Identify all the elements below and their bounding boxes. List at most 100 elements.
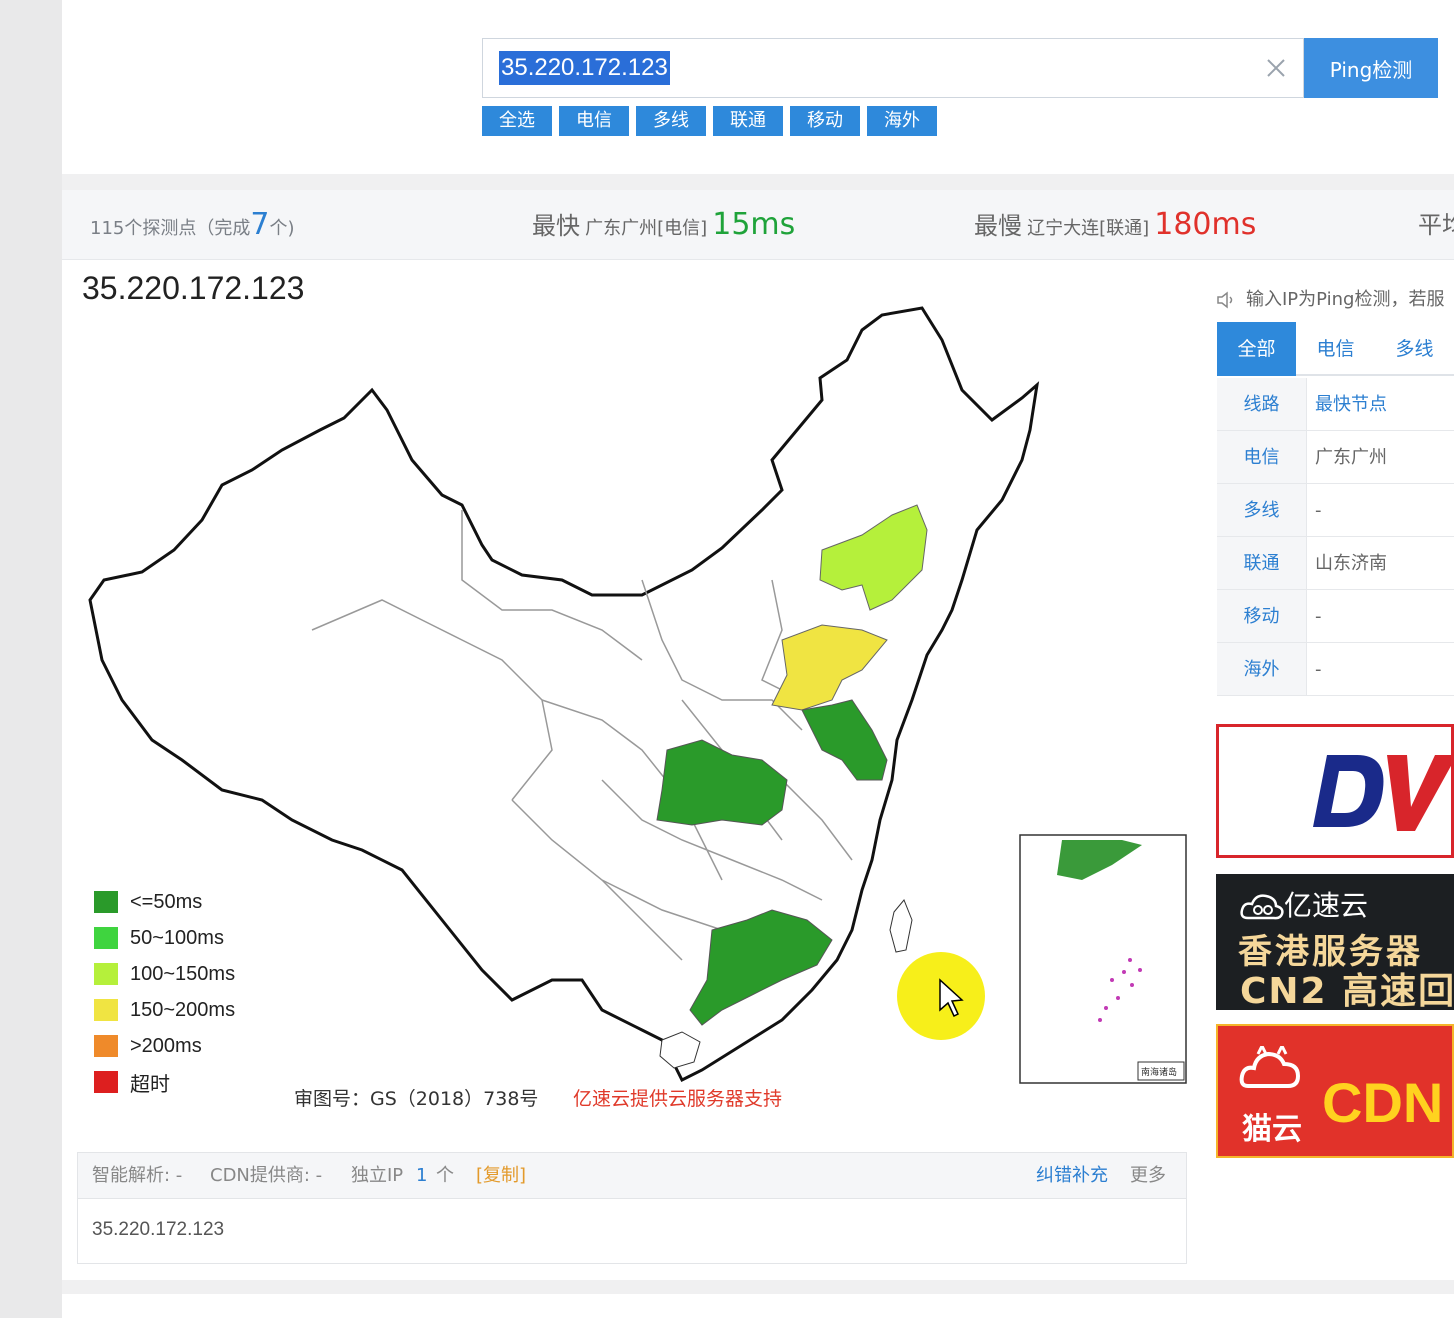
legend-swatch (94, 999, 118, 1021)
ad-banner-maoyun[interactable]: 猫云 CDN (1216, 1024, 1454, 1158)
row-node: 广东广州 (1315, 447, 1387, 468)
maoyun-brand: 猫云 (1242, 1112, 1302, 1147)
unique-ip-unit: 个 (436, 1165, 454, 1186)
filter-overseas-button[interactable]: 海外 (867, 106, 937, 136)
unique-ip-label: 独立IP (351, 1165, 404, 1186)
filter-bar: 全选 电信 多线 联通 移动 海外 (482, 106, 937, 136)
ad-banner-dvm[interactable] (1216, 724, 1454, 858)
legend-swatch (94, 963, 118, 985)
dvm-logo (1313, 755, 1451, 831)
row-line: 多线 (1217, 484, 1307, 536)
filter-unicom-button[interactable]: 联通 (713, 106, 783, 136)
fastest-value: 15ms (712, 207, 796, 242)
results-card: 115个探测点（完成7个) 最快 广东广州[电信] 15ms 最慢 辽宁大连[联… (62, 190, 1454, 1280)
slowest-stat: 最慢 辽宁大连[联通] 180ms (974, 190, 1256, 260)
maoyun-cdn: CDN (1322, 1071, 1444, 1134)
header-fastest-node: 最快节点 (1315, 394, 1387, 415)
row-node: - (1315, 606, 1322, 627)
yisu-brand-text: 亿速云 (1284, 889, 1369, 922)
average-label: 平均 (1418, 211, 1454, 239)
inset-label: 南海诸岛 (1141, 1066, 1177, 1078)
filter-multiline-button[interactable]: 多线 (636, 106, 706, 136)
search-box[interactable]: 35.220.172.123 (482, 38, 1304, 98)
fastest-label: 最快 (532, 212, 580, 240)
map-legend: <=50ms 50~100ms 100~150ms 150~200ms >200… (94, 884, 235, 1100)
copy-button[interactable]: [复制] (476, 1153, 526, 1199)
legend-item: 150~200ms (94, 992, 235, 1028)
probe-count: 115个探测点（完成7个) (90, 190, 294, 260)
tab-all[interactable]: 全部 (1217, 322, 1296, 376)
probe-done-suffix: 个) (269, 218, 295, 239)
table-header-row: 线路 最快节点 (1217, 378, 1454, 431)
tab-multiline[interactable]: 多线 (1375, 322, 1454, 376)
legend-label: 100~150ms (130, 962, 236, 985)
row-line: 联通 (1217, 537, 1307, 589)
filter-all-button[interactable]: 全选 (482, 106, 552, 136)
row-line: 海外 (1217, 643, 1307, 695)
notice-text: 输入IP为Ping检测，若服 (1246, 289, 1445, 310)
filter-mobile-button[interactable]: 移动 (790, 106, 860, 136)
slowest-label: 最慢 (974, 212, 1022, 240)
slowest-location: 辽宁大连[联通] (1027, 218, 1150, 239)
filter-telecom-button[interactable]: 电信 (559, 106, 629, 136)
probe-count-text: 115个探测点（完成 (90, 218, 251, 239)
legend-label: >200ms (130, 1034, 202, 1057)
route-tabs: 全部 电信 多线 (1217, 322, 1454, 376)
taiwan-island (889, 899, 913, 953)
cat-cloud-icon (1239, 1046, 1301, 1088)
ip-list: 35.220.172.123 (92, 1219, 225, 1240)
row-line: 移动 (1217, 590, 1307, 642)
table-row: 多线 - (1217, 484, 1454, 537)
stats-bar: 115个探测点（完成7个) 最快 广东广州[电信] 15ms 最慢 辽宁大连[联… (62, 190, 1454, 260)
smart-resolve: 智能解析: - (92, 1165, 183, 1186)
legend-item: 100~150ms (94, 956, 235, 992)
row-node: - (1315, 659, 1322, 680)
cloud-icon (1240, 894, 1284, 920)
tab-telecom[interactable]: 电信 (1296, 322, 1375, 376)
header-line: 线路 (1217, 378, 1307, 430)
fastest-location: 广东广州[电信] (585, 218, 708, 239)
next-section-card (62, 1294, 1454, 1318)
cdn-provider: CDN提供商: - (210, 1165, 323, 1186)
table-row: 海外 - (1217, 643, 1454, 696)
probe-done-count: 7 (250, 207, 270, 242)
yisu-brand: 亿速云 (1240, 884, 1368, 924)
route-table: 线路 最快节点 电信 广东广州 多线 - 联通 山东济南 移动 - 海外 - (1217, 378, 1454, 696)
legend-swatch (94, 927, 118, 949)
china-latency-map: 南海诸岛 (88, 306, 1187, 1084)
map-approval-number: 审图号：GS（2018）738号 (294, 1088, 539, 1110)
legend-label: 50~100ms (130, 926, 224, 949)
yisu-line2: CN2 高速回 (1240, 971, 1454, 1010)
resolve-info-box: 智能解析: - CDN提供商: - 独立IP 1 个 [复制] 纠错补充 更多 … (77, 1152, 1187, 1264)
close-icon[interactable] (1263, 55, 1289, 81)
more-link[interactable]: 更多 (1130, 1153, 1166, 1199)
legend-swatch (94, 1071, 118, 1093)
legend-item: 50~100ms (94, 920, 235, 956)
page: 35.220.172.123 Ping检测 全选 电信 多线 联通 移动 海外 … (62, 0, 1454, 1318)
table-row: 移动 - (1217, 590, 1454, 643)
legend-swatch (94, 891, 118, 913)
ad-banner-yisu[interactable]: 亿速云 香港服务器 CN2 高速回 (1216, 874, 1454, 1010)
legend-swatch (94, 1035, 118, 1057)
legend-label: 超时 (130, 1073, 170, 1096)
legend-item: >200ms (94, 1028, 235, 1064)
correction-link[interactable]: 纠错补充 (1036, 1153, 1108, 1199)
table-row: 联通 山东济南 (1217, 537, 1454, 590)
legend-label: 150~200ms (130, 998, 236, 1021)
legend-label: <=50ms (130, 890, 203, 913)
row-node: - (1315, 500, 1322, 521)
map-sponsor-link[interactable]: 亿速云提供云服务器支持 (573, 1084, 782, 1111)
south-china-sea-inset (1019, 834, 1187, 1084)
search-card: 35.220.172.123 Ping检测 全选 电信 多线 联通 移动 海外 (62, 0, 1454, 174)
fastest-stat: 最快 广东广州[电信] 15ms (532, 190, 795, 260)
row-node: 山东济南 (1315, 553, 1387, 574)
speaker-icon (1217, 291, 1233, 309)
search-input[interactable]: 35.220.172.123 (499, 51, 670, 85)
legend-item: <=50ms (94, 884, 235, 920)
table-row: 电信 广东广州 (1217, 431, 1454, 484)
notice: 输入IP为Ping检测，若服 (1216, 285, 1444, 311)
resolve-info-header: 智能解析: - CDN提供商: - 独立IP 1 个 [复制] 纠错补充 更多 (78, 1153, 1186, 1199)
ping-button[interactable]: Ping检测 (1304, 38, 1438, 98)
legend-item: 超时 (94, 1064, 235, 1100)
row-line: 电信 (1217, 431, 1307, 483)
